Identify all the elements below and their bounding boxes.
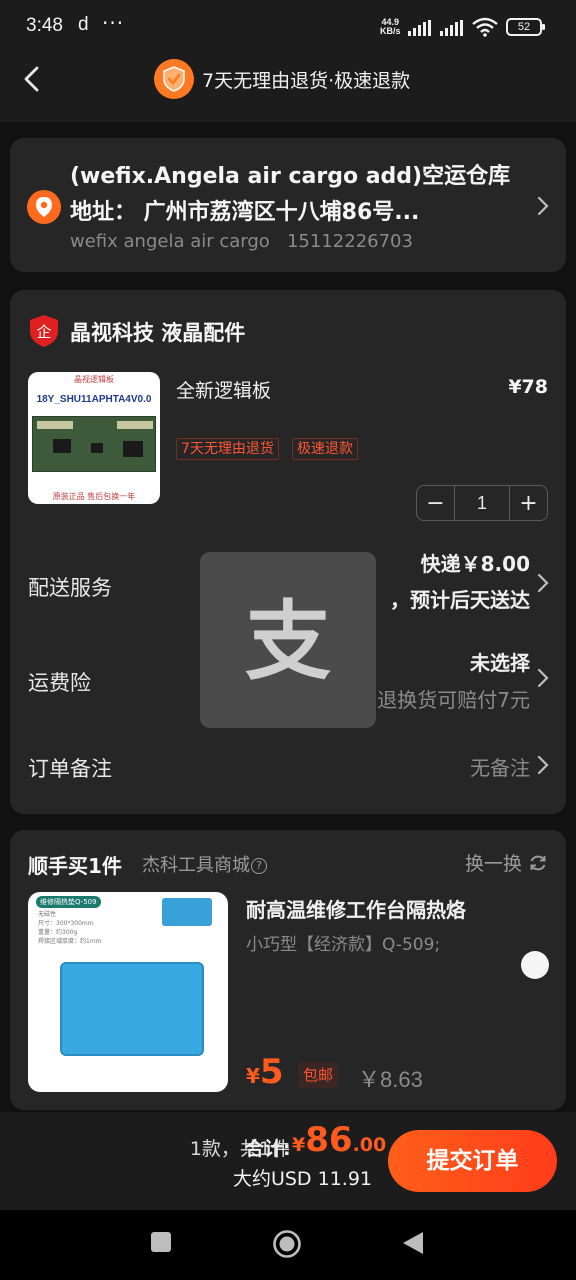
insurance-label: 运费险	[28, 671, 91, 695]
back-nav-button[interactable]	[401, 1230, 425, 1256]
quantity-stepper: − 1 +	[416, 485, 548, 521]
network-speed: 44.9 KB/s	[380, 18, 401, 36]
mat-image-spec: 无磁性 尺寸：300*300mm 重量：约300g 焊接区域厚度：约1mm	[38, 911, 102, 945]
app-notification-icon: d	[78, 14, 89, 35]
addon-price: ¥5	[246, 1052, 284, 1092]
mat-image-label: 维修隔热垫Q-509	[36, 896, 101, 908]
checkout-bar: 1款，共1件 合计: ¥86.00 大约USD 11.91 提交订单	[0, 1112, 576, 1210]
mat-small-graphic	[162, 898, 212, 926]
circuit-board-graphic	[32, 416, 156, 472]
quantity-plus-button[interactable]: +	[510, 486, 547, 520]
enterprise-badge-icon: 企	[30, 315, 58, 347]
swap-label: 换一换	[464, 853, 522, 875]
shield-check-icon	[154, 59, 194, 99]
svg-text:企: 企	[36, 323, 51, 341]
refresh-icon	[530, 855, 546, 870]
product-image-caption-top: 晶视逻辑板	[74, 375, 114, 384]
insurance-description: 退换货可赔付7元	[377, 688, 530, 712]
product-image-code: 18Y_SHU11APHTA4V0.0	[36, 394, 152, 405]
network-speed-unit: KB/s	[380, 26, 401, 36]
signal-icon	[408, 20, 431, 36]
mat-large-graphic	[60, 962, 204, 1056]
total-symbol: ¥	[292, 1134, 306, 1156]
insurance-status: 未选择	[470, 651, 530, 675]
chevron-right-icon	[537, 668, 549, 688]
address-contact: wefix angela air cargo 15112226703	[70, 231, 413, 252]
page-header: 7天无理由退货·极速退款	[0, 50, 576, 122]
addon-card: 顺手买1件 杰科工具商城? 换一换 维修隔热垫Q-509 无磁性 尺寸：300*…	[10, 830, 566, 1110]
free-shipping-badge: 包邮	[298, 1062, 339, 1088]
order-note-label: 订单备注	[28, 757, 112, 781]
chevron-right-icon	[537, 196, 549, 216]
signal-icon-2	[440, 20, 463, 36]
chevron-right-icon	[537, 755, 549, 775]
addon-original-price: ￥8.63	[358, 1067, 423, 1092]
addon-store[interactable]: 杰科工具商城?	[142, 851, 267, 877]
alipay-glyph: 支	[245, 592, 331, 692]
delivery-label: 配送服务	[28, 576, 112, 600]
total-usd: 大约USD 11.91	[232, 1168, 372, 1190]
total-decimal: .00	[352, 1134, 387, 1156]
address-recipient: (wefix.Angela air cargo add)空运仓库	[70, 164, 511, 189]
addon-product-image[interactable]: 维修隔热垫Q-509 无磁性 尺寸：300*300mm 重量：约300g 焊接区…	[28, 892, 228, 1092]
addon-price-symbol: ¥	[246, 1064, 260, 1088]
contact-name: wefix angela air cargo	[70, 231, 270, 252]
help-icon[interactable]: ?	[251, 858, 267, 874]
addon-store-name: 杰科工具商城	[142, 855, 250, 876]
store-name[interactable]: 晶视科技 液晶配件	[70, 317, 245, 347]
addon-product-variant: 小巧型【经济款】Q-509;	[246, 935, 441, 955]
addon-select-radio[interactable]	[521, 951, 549, 979]
submit-order-button[interactable]: 提交订单	[388, 1130, 557, 1192]
home-button[interactable]	[272, 1229, 302, 1259]
delivery-eta: ，预计后天送达	[390, 588, 530, 612]
tag-fast-refund: 极速退款	[292, 438, 358, 460]
chevron-right-icon	[537, 573, 549, 593]
wifi-icon	[472, 17, 498, 37]
battery-icon: 52	[506, 18, 545, 36]
product-image-caption-bottom: 原装正品 售后包换一年	[52, 492, 136, 501]
order-note-value: 无备注	[470, 756, 530, 780]
back-button[interactable]	[16, 62, 50, 96]
system-navigation-bar	[0, 1210, 576, 1280]
total-integer: 86	[305, 1120, 353, 1160]
product-title[interactable]: 全新逻辑板	[176, 376, 271, 403]
more-notifications-icon: ···	[102, 11, 125, 35]
addon-price-value: 5	[259, 1052, 284, 1092]
alipay-icon: 支	[245, 592, 331, 692]
quantity-input[interactable]: 1	[454, 486, 510, 520]
delivery-price: 快递￥8.00	[420, 552, 530, 576]
tag-return-policy: 7天无理由退货	[176, 438, 279, 460]
address-detail: 地址： 广州市荔湾区十八埔86号...	[70, 200, 420, 225]
address-card[interactable]: (wefix.Angela air cargo add)空运仓库 地址： 广州市…	[10, 138, 566, 272]
recents-button[interactable]	[150, 1231, 172, 1253]
addon-title: 顺手买1件	[28, 854, 122, 878]
total-label: 合计:	[245, 1138, 291, 1160]
product-price: ¥78	[508, 376, 548, 398]
header-title: 7天无理由退货·极速退款	[202, 70, 411, 92]
product-image[interactable]: 晶视逻辑板 18Y_SHU11APHTA4V0.0 原装正品 售后包换一年	[28, 372, 160, 504]
status-bar: 3:48 d ··· 44.9 KB/s 52	[0, 0, 576, 50]
status-time: 3:48	[26, 15, 63, 36]
addon-product-name[interactable]: 耐高温维修工作台隔热烙	[246, 894, 466, 923]
location-pin-icon	[27, 190, 61, 224]
quantity-minus-button[interactable]: −	[417, 486, 454, 520]
swap-button[interactable]: 换一换	[465, 849, 548, 876]
alipay-loading-overlay: 支	[200, 552, 376, 728]
total-amount: ¥86.00	[292, 1120, 386, 1160]
contact-phone: 15112226703	[286, 231, 413, 252]
